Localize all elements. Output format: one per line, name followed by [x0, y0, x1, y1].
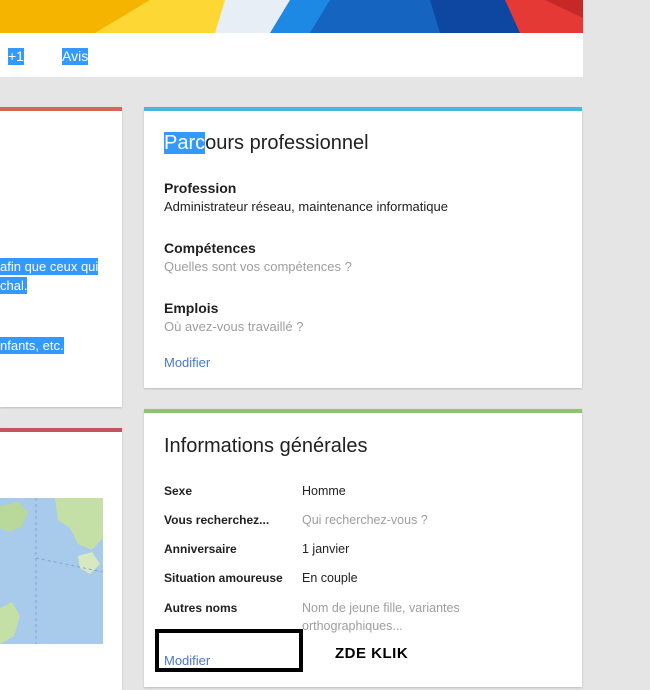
competences-label: Compétences — [164, 240, 256, 256]
sexe-value: Homme — [302, 484, 346, 498]
left-card-text-line: chal. — [0, 277, 28, 294]
looking-for-label: Vous recherchez... — [164, 513, 270, 527]
tab-plus1[interactable]: +1 — [8, 48, 24, 65]
career-title-rest: ours professionnel — [205, 132, 369, 154]
emplois-label: Emplois — [164, 300, 219, 316]
career-edit-link[interactable]: Modifier — [164, 355, 210, 371]
map-image[interactable] — [0, 498, 103, 644]
profile-tab-bar: +1 Avis — [0, 33, 583, 77]
card-accent-bar — [144, 409, 582, 413]
career-card: Parcours professionnel Profession Admini… — [144, 107, 582, 388]
left-card-places — [0, 428, 122, 690]
left-card-about: afin que ceux qui chal. nfants, etc. — [0, 107, 122, 407]
card-accent-bar — [0, 428, 122, 432]
relationship-label: Situation amoureuse — [164, 571, 283, 585]
birthday-value: 1 janvier — [302, 542, 350, 556]
looking-for-hint[interactable]: Qui recherchez-vous ? — [302, 511, 428, 529]
annotation-text: ZDE KLIK — [335, 645, 409, 662]
other-names-label: Autres noms — [164, 601, 238, 615]
profession-label: Profession — [164, 180, 237, 196]
left-card-text-line: afin que ceux qui — [0, 258, 99, 275]
competences-hint[interactable]: Quelles sont vos compétences ? — [164, 259, 352, 275]
cover-banner — [0, 0, 583, 33]
card-accent-bar — [144, 107, 582, 111]
other-names-hint-line1[interactable]: Nom de jeune fille, variantes — [302, 599, 460, 617]
emplois-hint[interactable]: Où avez-vous travaillé ? — [164, 319, 303, 335]
cover-image — [0, 0, 583, 33]
birthday-label: Anniversaire — [164, 542, 237, 556]
career-title-selected-part: Parc — [164, 132, 206, 154]
sexe-label: Sexe — [164, 484, 193, 498]
left-card-text-line: nfants, etc. — [0, 337, 64, 354]
career-card-title: Parcours professionnel — [164, 131, 369, 155]
other-names-hint-line2[interactable]: orthographiques... — [302, 617, 403, 635]
general-info-title: Informations générales — [164, 435, 368, 457]
relationship-value: En couple — [302, 571, 358, 585]
card-accent-bar — [0, 107, 122, 111]
annotation-highlight-box — [155, 629, 303, 672]
profession-value: Administrateur réseau, maintenance infor… — [164, 199, 448, 214]
tab-avis[interactable]: Avis — [62, 48, 89, 65]
